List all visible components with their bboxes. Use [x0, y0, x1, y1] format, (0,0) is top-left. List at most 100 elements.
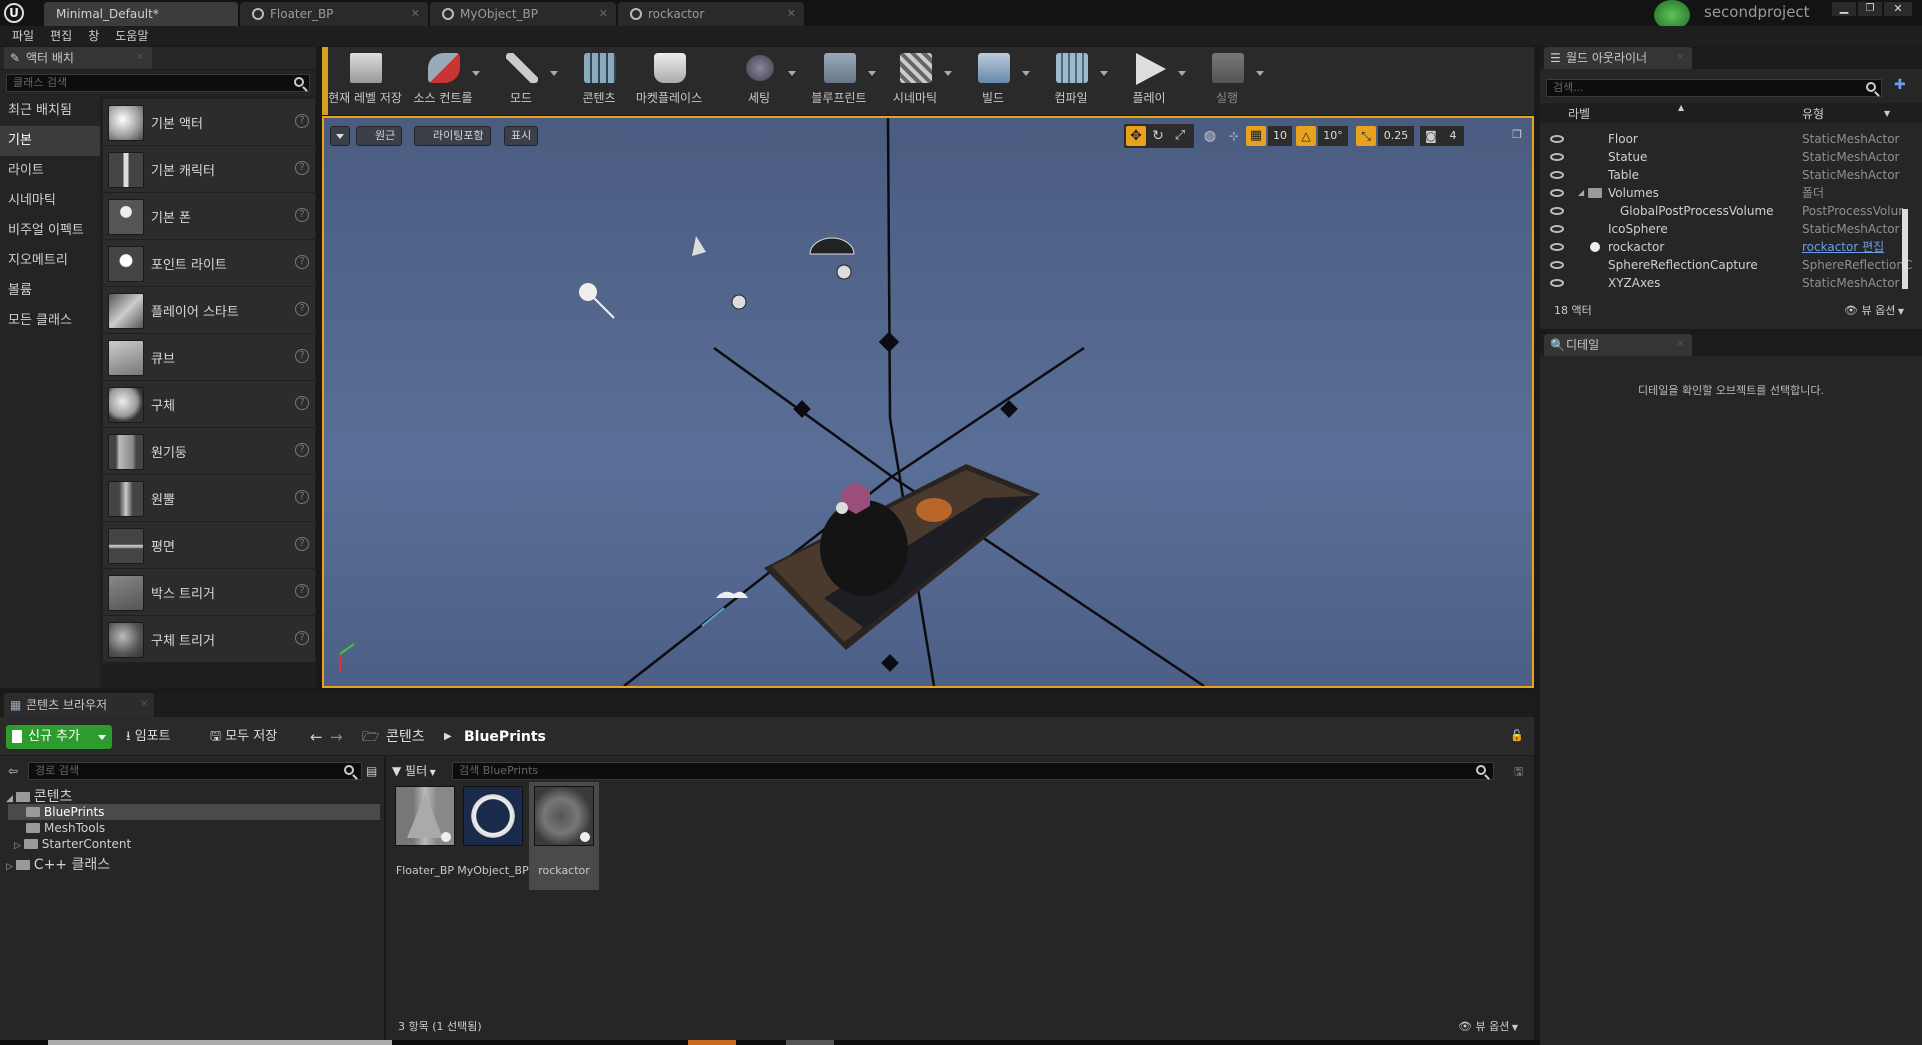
- save-all-button[interactable]: 🖫 모두 저장: [210, 725, 277, 749]
- help-icon[interactable]: ?: [295, 584, 309, 598]
- category-volumes[interactable]: 볼륨: [0, 276, 100, 306]
- expand-arrow-icon[interactable]: ▷: [14, 841, 24, 851]
- visibility-eye-icon[interactable]: [1550, 207, 1564, 215]
- dropdown-icon[interactable]: [550, 71, 558, 76]
- build-button[interactable]: 빌드: [956, 47, 1030, 115]
- actor-item[interactable]: 플레이어 스타트?: [103, 287, 315, 333]
- source-control-button[interactable]: 소스 컨트롤: [406, 47, 480, 115]
- expand-arrow-icon[interactable]: ◢: [6, 794, 16, 804]
- close-icon[interactable]: ✕: [1884, 2, 1912, 16]
- help-icon[interactable]: ?: [295, 537, 309, 551]
- help-icon[interactable]: ?: [295, 349, 309, 363]
- class-search-input[interactable]: 클래스 검색: [6, 74, 310, 92]
- compile-button[interactable]: 컴파일: [1034, 47, 1108, 115]
- marketplace-button[interactable]: 마켓플레이스: [632, 47, 706, 115]
- launch-button[interactable]: 실행: [1190, 47, 1264, 115]
- tree-folder-meshtools[interactable]: MeshTools: [26, 821, 105, 835]
- actor-item[interactable]: 원기둥?: [103, 428, 315, 474]
- restore-icon[interactable]: ❐: [1858, 2, 1882, 16]
- help-icon[interactable]: ?: [295, 208, 309, 222]
- content-browser-tab[interactable]: ▦ 콘텐츠 브라우저 ✕: [4, 693, 154, 717]
- breadcrumb-blueprints[interactable]: BluePrints: [464, 725, 546, 749]
- dropdown-icon[interactable]: [788, 71, 796, 76]
- dropdown-icon[interactable]: [1256, 71, 1264, 76]
- close-panel-icon[interactable]: ✕: [1676, 47, 1684, 69]
- visibility-eye-icon[interactable]: [1550, 225, 1564, 233]
- outliner-row[interactable]: Table StaticMeshActor: [1540, 166, 1922, 184]
- outliner-scrollbar[interactable]: [1902, 209, 1908, 289]
- import-button[interactable]: ⭳ 임포트: [126, 725, 171, 749]
- collapse-sources-icon[interactable]: ⇦: [8, 764, 18, 778]
- add-new-button[interactable]: 신규 추가: [6, 725, 112, 749]
- actor-item[interactable]: 구체 트리거?: [103, 616, 315, 662]
- close-panel-icon[interactable]: ✕: [136, 47, 144, 69]
- dropdown-icon[interactable]: [472, 71, 480, 76]
- tree-folder-blueprints[interactable]: BluePrints: [8, 804, 380, 820]
- visibility-eye-icon[interactable]: [1550, 135, 1564, 143]
- outliner-tab[interactable]: ☰ 월드 아웃라이너 ✕: [1544, 47, 1692, 69]
- actor-item[interactable]: 포인트 라이트?: [103, 240, 315, 286]
- tab-floater-bp[interactable]: Floater_BP ✕: [240, 2, 428, 26]
- help-icon[interactable]: ?: [295, 161, 309, 175]
- tree-folder-startercontent[interactable]: ▷ StarterContent: [14, 837, 131, 851]
- category-recent[interactable]: 최근 배치됨: [0, 96, 100, 126]
- outliner-row[interactable]: Floor StaticMeshActor: [1540, 130, 1922, 148]
- tree-cpp-classes[interactable]: ▷ C++ 클래스: [6, 854, 110, 874]
- actor-item[interactable]: 기본 폰?: [103, 193, 315, 239]
- menu-file[interactable]: 파일: [12, 26, 34, 46]
- details-tab[interactable]: 🔍 디테일 ✕: [1544, 334, 1692, 356]
- dropdown-icon[interactable]: [1022, 71, 1030, 76]
- help-icon[interactable]: ?: [295, 396, 309, 410]
- save-search-icon[interactable]: 🖫: [1514, 763, 1523, 782]
- search-icon[interactable]: [294, 77, 304, 87]
- taskbar-item[interactable]: [688, 1040, 736, 1045]
- path-search-input[interactable]: 경로 검색: [28, 762, 362, 780]
- dropdown-icon[interactable]: [1178, 71, 1186, 76]
- actor-item[interactable]: 원뿔?: [103, 475, 315, 521]
- view-options-button[interactable]: 👁 뷰 옵션 ▼: [1458, 1018, 1518, 1034]
- help-icon[interactable]: ?: [295, 443, 309, 457]
- minimize-icon[interactable]: ▁: [1832, 2, 1856, 16]
- help-icon[interactable]: ?: [295, 255, 309, 269]
- back-arrow-icon[interactable]: ←: [310, 725, 323, 749]
- lock-icon[interactable]: 🔓: [1510, 729, 1524, 742]
- close-tab-icon[interactable]: ✕: [787, 2, 796, 26]
- close-panel-icon[interactable]: ✕: [1676, 334, 1684, 356]
- close-panel-icon[interactable]: ✕: [140, 693, 148, 717]
- outliner-row[interactable]: SphereReflectionCapture SphereReflectionC: [1540, 256, 1922, 274]
- visibility-eye-icon[interactable]: [1550, 261, 1564, 269]
- tree-root-content[interactable]: ◢ 콘텐츠: [6, 786, 72, 806]
- help-icon[interactable]: ?: [295, 302, 309, 316]
- menu-help[interactable]: 도움말: [115, 26, 148, 46]
- chevron-down-icon[interactable]: ▼: [1884, 109, 1890, 118]
- help-icon[interactable]: ?: [295, 114, 309, 128]
- dropdown-icon[interactable]: [1100, 71, 1108, 76]
- actor-item[interactable]: 큐브?: [103, 334, 315, 380]
- outliner-search-input[interactable]: 검색...: [1546, 79, 1882, 97]
- tab-myobject-bp[interactable]: MyObject_BP ✕: [430, 2, 616, 26]
- add-folder-icon[interactable]: ✚: [1894, 77, 1906, 93]
- visibility-eye-icon[interactable]: [1550, 171, 1564, 179]
- category-lights[interactable]: 라이트: [0, 156, 100, 186]
- actor-item[interactable]: 박스 트리거?: [103, 569, 315, 615]
- breadcrumb-content[interactable]: 콘텐츠: [386, 725, 425, 749]
- settings-button[interactable]: 세팅: [722, 47, 796, 115]
- dropdown-icon[interactable]: [868, 71, 876, 76]
- help-icon[interactable]: ?: [295, 490, 309, 504]
- visibility-eye-icon[interactable]: [1550, 189, 1564, 197]
- view-options-button[interactable]: 👁 뷰 옵션 ▼: [1844, 302, 1904, 318]
- asset-tile[interactable]: Floater_BP: [393, 784, 457, 888]
- search-icon[interactable]: [344, 765, 354, 775]
- outliner-row-folder[interactable]: ◢ Volumes 폴더: [1540, 184, 1922, 202]
- visibility-eye-icon[interactable]: [1550, 153, 1564, 161]
- content-button[interactable]: 콘텐츠: [562, 47, 636, 115]
- outliner-row[interactable]: Statue StaticMeshActor: [1540, 148, 1922, 166]
- column-label[interactable]: 라벨: [1568, 105, 1590, 122]
- actor-item[interactable]: 구체?: [103, 381, 315, 427]
- category-basic[interactable]: 기본: [0, 126, 100, 156]
- modes-button[interactable]: 모드: [484, 47, 558, 115]
- dropdown-icon[interactable]: [944, 71, 952, 76]
- close-tab-icon[interactable]: ✕: [411, 2, 420, 26]
- asset-tile-selected[interactable]: rockactor: [532, 784, 596, 888]
- category-geometry[interactable]: 지오메트리: [0, 246, 100, 276]
